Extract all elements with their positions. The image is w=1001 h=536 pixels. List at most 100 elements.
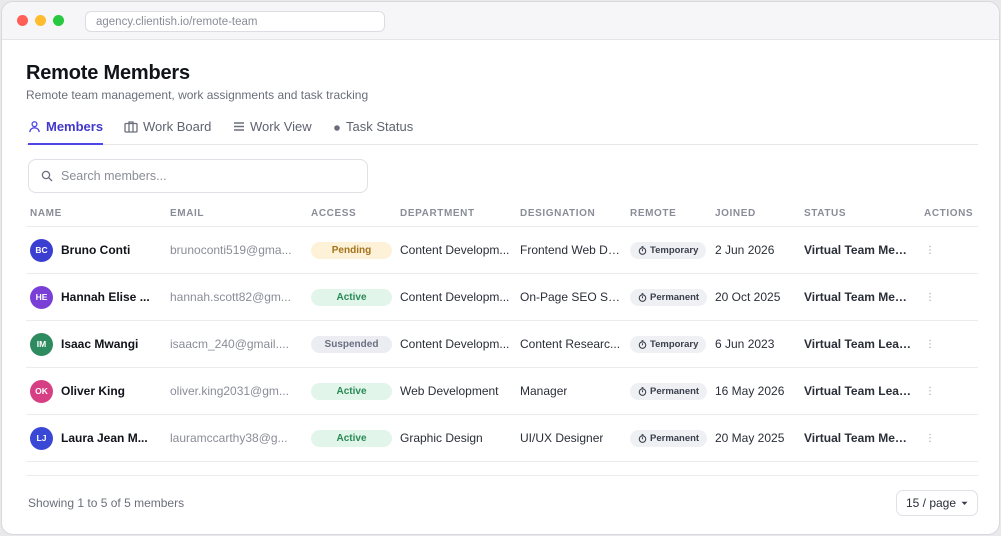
member-name-cell[interactable]: OK Oliver King	[30, 368, 160, 414]
designation-cell: Manager	[520, 368, 624, 414]
actions-cell: ⋮	[922, 415, 942, 461]
table-body: BC Bruno Conti brunoconti519@gma... Pending…	[26, 227, 978, 462]
avatar: OK	[30, 379, 53, 403]
remote-type-badge: Temporary	[630, 335, 707, 353]
column-header-status[interactable]: STATUS	[804, 208, 846, 219]
member-designation: Manager	[520, 384, 568, 398]
remote-cell: Temporary	[630, 227, 710, 273]
stopwatch-icon	[638, 386, 647, 396]
tab-work-board[interactable]: Work Board	[124, 119, 211, 145]
search-input[interactable]	[61, 169, 341, 183]
list-icon	[234, 122, 244, 131]
joined-cell: 20 Oct 2025	[715, 274, 795, 320]
more-actions-icon[interactable]: ⋮	[922, 242, 938, 258]
member-department: Web Development	[400, 384, 499, 398]
access-cell: Suspended	[311, 321, 395, 367]
more-actions-icon[interactable]: ⋮	[922, 383, 938, 399]
member-email: brunoconti519@gma...	[170, 243, 292, 257]
member-name-cell[interactable]: HE Hannah Elise ...	[30, 274, 160, 320]
table-row[interactable]: OK Oliver King oliver.king2031@gm... Active…	[26, 368, 978, 415]
joined-cell: 6 Jun 2023	[715, 321, 795, 367]
avatar: BC	[30, 238, 53, 262]
member-name: Hannah Elise ...	[61, 290, 150, 304]
tab-task-status[interactable]: Task Status	[333, 119, 413, 145]
page-subtitle: Remote team management, work assignments…	[26, 88, 369, 102]
member-name: Laura Jean M...	[61, 431, 148, 445]
briefcase-icon	[124, 121, 138, 133]
member-status: Virtual Team Mem...	[804, 243, 914, 257]
joined-date: 16 May 2026	[715, 384, 785, 398]
search-box[interactable]	[28, 159, 368, 193]
status-cell: Virtual Team Leader	[804, 321, 914, 367]
footer-divider	[26, 475, 978, 476]
table-row[interactable]: LJ Laura Jean M... lauramccarthy38@g... Act…	[26, 415, 978, 462]
tab-task-status-label: Task Status	[346, 119, 414, 134]
remote-cell: Permanent	[630, 415, 710, 461]
browser-window: agency.clientish.io/remote-team Remote M…	[1, 1, 1000, 535]
member-name-cell[interactable]: BC Bruno Conti	[30, 227, 160, 273]
table-row[interactable]: BC Bruno Conti brunoconti519@gma... Pending…	[26, 227, 978, 274]
member-name: Oliver King	[61, 384, 126, 398]
remote-type-badge: Permanent	[630, 429, 708, 447]
joined-cell: 20 May 2025	[715, 415, 795, 461]
member-department: Graphic Design	[400, 431, 483, 445]
column-header-joined[interactable]: JOINED	[715, 208, 756, 219]
page-size-value: 15 / page	[905, 496, 957, 510]
access-badge: Active	[311, 429, 392, 447]
more-actions-icon[interactable]: ⋮	[922, 430, 938, 446]
tab-members[interactable]: Members	[28, 119, 104, 145]
user-icon	[29, 121, 40, 133]
member-designation: On-Page SEO Sp...	[520, 290, 624, 304]
page-title: Remote Members	[26, 62, 190, 84]
remote-type-badge: Temporary	[630, 241, 707, 259]
members-table: NAME EMAIL ACCESS DEPARTMENT DESIGNATION…	[26, 203, 978, 462]
designation-cell: Content Researc...	[520, 321, 624, 367]
column-header-actions: ACTIONS	[924, 208, 974, 219]
pagination-summary: Showing 1 to 5 of 5 members	[28, 496, 185, 510]
joined-cell: 16 May 2026	[715, 368, 795, 414]
member-email-cell: brunoconti519@gma...	[170, 227, 300, 273]
minimize-window-button[interactable]	[35, 15, 46, 26]
address-bar[interactable]: agency.clientish.io/remote-team	[85, 11, 385, 32]
remote-type-label: Permanent	[650, 432, 700, 444]
close-window-button[interactable]	[17, 15, 28, 26]
member-email: isaacm_240@gmail....	[170, 337, 289, 351]
column-header-email[interactable]: EMAIL	[170, 208, 204, 219]
column-header-name[interactable]: NAME	[30, 208, 62, 219]
joined-date: 20 Oct 2025	[715, 290, 781, 304]
status-cell: Virtual Team Mem...	[804, 415, 914, 461]
table-row[interactable]: HE Hannah Elise ... hannah.scott82@gm... Ac…	[26, 274, 978, 321]
access-cell: Active	[311, 274, 395, 320]
access-cell: Active	[311, 368, 395, 414]
member-status: Virtual Team Mem...	[804, 431, 914, 445]
column-header-department[interactable]: DEPARTMENT	[400, 208, 475, 219]
column-header-remote[interactable]: REMOTE	[630, 208, 676, 219]
column-header-access[interactable]: ACCESS	[311, 208, 356, 219]
member-name: Isaac Mwangi	[61, 337, 139, 351]
tab-bar: Members Work Board Work View Task Status	[26, 116, 978, 145]
member-name-cell[interactable]: IM Isaac Mwangi	[30, 321, 160, 367]
actions-cell: ⋮	[922, 368, 942, 414]
stopwatch-icon	[638, 339, 647, 349]
stopwatch-icon	[638, 292, 647, 302]
more-actions-icon[interactable]: ⋮	[922, 289, 938, 305]
maximize-window-button[interactable]	[53, 15, 64, 26]
access-cell: Active	[311, 415, 395, 461]
more-actions-icon[interactable]: ⋮	[922, 336, 938, 352]
page-size-select[interactable]: 15 / page	[896, 490, 978, 516]
tab-work-view[interactable]: Work View	[233, 119, 312, 145]
remote-type-badge: Permanent	[630, 382, 708, 400]
member-name-cell[interactable]: LJ Laura Jean M...	[30, 415, 160, 461]
designation-cell: On-Page SEO Sp...	[520, 274, 624, 320]
column-header-designation[interactable]: DESIGNATION	[520, 208, 595, 219]
member-email-cell: hannah.scott82@gm...	[170, 274, 300, 320]
joined-date: 20 May 2025	[715, 431, 785, 445]
remote-cell: Permanent	[630, 368, 710, 414]
member-designation: Frontend Web De...	[520, 243, 624, 257]
department-cell: Graphic Design	[400, 415, 512, 461]
member-status: Virtual Team Leader	[804, 337, 914, 351]
stopwatch-icon	[638, 245, 647, 255]
remote-type-badge: Permanent	[630, 288, 708, 306]
table-row[interactable]: IM Isaac Mwangi isaacm_240@gmail.... Suspen…	[26, 321, 978, 368]
dot-icon	[334, 125, 340, 131]
